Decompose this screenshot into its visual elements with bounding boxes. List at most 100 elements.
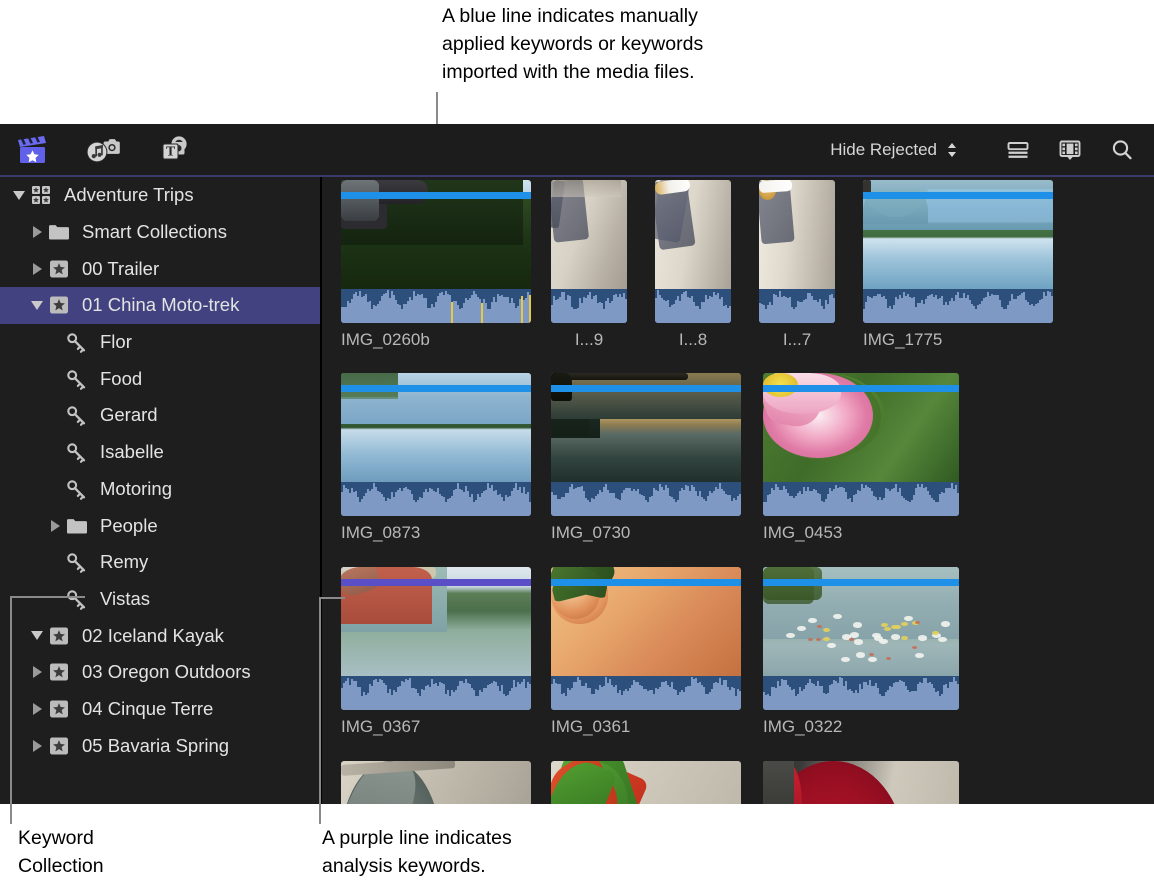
chevron-right-icon[interactable] [28, 250, 46, 287]
chevron-right-icon[interactable] [28, 654, 46, 691]
chevron-right-glyph [33, 703, 42, 715]
browser-clip[interactable]: IMG_0361 [551, 567, 741, 737]
clip-filmstrip-image [341, 567, 531, 676]
chevron-down-icon[interactable] [28, 287, 46, 324]
folder-icon [46, 214, 72, 251]
keyword-icon [64, 324, 90, 361]
sidebar-item-gerard[interactable]: Gerard [0, 397, 320, 434]
clip-thumbnail[interactable] [341, 761, 531, 804]
thumbnail-speck [849, 638, 854, 641]
browser-clip[interactable] [341, 761, 531, 804]
sidebar-item-food[interactable]: Food [0, 360, 320, 397]
toolbar-right-group: Hide Rejected [826, 124, 1142, 176]
clip-thumbnail[interactable] [341, 567, 531, 710]
libraries-icon[interactable] [14, 134, 50, 166]
event-icon [46, 691, 72, 728]
browser-clip[interactable] [551, 761, 741, 804]
sidebar-item-adventure-trips[interactable]: Adventure Trips [0, 177, 320, 214]
disclosure-spacer [46, 434, 64, 471]
browser-clip[interactable] [763, 761, 959, 804]
chevron-right-glyph [33, 740, 42, 752]
clip-browser[interactable]: IMG_0260b I...9 I...8 I...7 IMG_1775 IMG_0873… [322, 177, 1154, 804]
chevron-right-icon[interactable] [28, 214, 46, 251]
sidebar-item-smart-collections[interactable]: Smart Collections [0, 214, 320, 251]
sidebar-item-people[interactable]: People [0, 507, 320, 544]
audio-waveform-bar [529, 684, 531, 710]
clip-audio-waveform [551, 289, 627, 323]
keyword-line [763, 385, 959, 392]
clip-thumbnail[interactable] [551, 761, 741, 804]
libraries-sidebar[interactable]: Adventure Trips Smart Collections00 Trail… [0, 177, 320, 804]
chevron-right-icon[interactable] [28, 691, 46, 728]
clip-audio-waveform [863, 289, 1053, 323]
chevron-right-icon[interactable] [28, 727, 46, 764]
sidebar-item-02-iceland-kayak[interactable]: 02 Iceland Kayak [0, 617, 320, 654]
browser-clip[interactable]: I...9 [551, 180, 627, 350]
browser-clip[interactable]: IMG_0453 [763, 373, 959, 543]
filmstrip-view-icon[interactable] [1050, 134, 1090, 166]
keyword-icon-svg [65, 330, 89, 354]
clip-appearance-icon[interactable] [998, 134, 1038, 166]
sidebar-item-label: Flor [100, 331, 320, 353]
clip-filmstrip-image [341, 180, 531, 289]
sidebar-item-label: Adventure Trips [64, 184, 320, 206]
search-icon[interactable] [1102, 134, 1142, 166]
browser-clip[interactable]: I...7 [759, 180, 835, 350]
clip-thumbnail[interactable] [655, 180, 731, 323]
clip-filmstrip-image [551, 373, 741, 482]
titles-generators-icon[interactable]: T [152, 134, 190, 166]
photos-audio-icon[interactable] [82, 134, 120, 166]
clip-thumbnail[interactable] [759, 180, 835, 323]
sidebar-item-04-cinque-terre[interactable]: 04 Cinque Terre [0, 691, 320, 728]
browser-clip[interactable]: IMG_0322 [763, 567, 959, 737]
sidebar-item-00-trailer[interactable]: 00 Trailer [0, 250, 320, 287]
screenshot-root: A blue line indicates manually applied k… [0, 0, 1154, 894]
browser-clip[interactable]: IMG_0873 [341, 373, 531, 543]
browser-clip[interactable]: IMG_1775 [863, 180, 1053, 350]
sidebar-item-label: 02 Iceland Kayak [82, 625, 320, 647]
browser-clip[interactable]: IMG_0367 [341, 567, 531, 737]
keyword-icon [64, 544, 90, 581]
clip-thumbnail[interactable] [763, 567, 959, 710]
keyword-icon [64, 360, 90, 397]
sidebar-item-motoring[interactable]: Motoring [0, 471, 320, 508]
clip-filmstrip-image [763, 761, 959, 804]
chevron-down-glyph [13, 191, 25, 200]
chevron-down-icon[interactable] [28, 617, 46, 654]
chevron-right-icon[interactable] [46, 507, 64, 544]
thumbnail-speck [808, 638, 813, 641]
clip-thumbnail[interactable] [551, 567, 741, 710]
clip-filmstrip-image [655, 180, 731, 289]
sidebar-item-isabelle[interactable]: Isabelle [0, 434, 320, 471]
sidebar-item-03-oregon-outdoors[interactable]: 03 Oregon Outdoors [0, 654, 320, 691]
clip-thumbnail[interactable] [551, 373, 741, 516]
clip-thumbnail[interactable] [341, 180, 531, 323]
clip-thumbnail[interactable] [763, 761, 959, 804]
clip-thumbnail[interactable] [763, 373, 959, 516]
keyword-line [863, 192, 1053, 199]
sidebar-item-01-china-moto-trek[interactable]: 01 China Moto-trek [0, 287, 320, 324]
clip-filmstrip-image [763, 373, 959, 482]
audio-waveform-bar [529, 295, 531, 323]
browser-clip[interactable]: IMG_0730 [551, 373, 741, 543]
folder-icon-svg [65, 514, 89, 538]
sidebar-item-remy[interactable]: Remy [0, 544, 320, 581]
sidebar-item-flor[interactable]: Flor [0, 324, 320, 361]
callout-keyword-collection-text: Keyword Collection [18, 824, 104, 880]
clip-audio-waveform [655, 289, 731, 323]
browser-clip[interactable]: I...8 [655, 180, 731, 350]
clip-thumbnail[interactable] [341, 373, 531, 516]
keyword-line [341, 192, 531, 199]
clip-name-label: I...7 [759, 330, 835, 350]
browser-toolbar: T Hide Rejected [0, 124, 1154, 176]
clip-audio-waveform [341, 482, 531, 516]
thumbnail-speck [823, 637, 830, 641]
chevron-down-icon[interactable] [10, 177, 28, 214]
clip-thumbnail[interactable] [863, 180, 1053, 323]
thumbnail-speck [850, 632, 859, 637]
sidebar-item-05-bavaria-spring[interactable]: 05 Bavaria Spring [0, 727, 320, 764]
sidebar-item-vistas[interactable]: Vistas [0, 581, 320, 618]
clip-thumbnail[interactable] [551, 180, 627, 323]
browser-clip[interactable]: IMG_0260b [341, 180, 531, 350]
filter-popup-button[interactable]: Hide Rejected [826, 140, 962, 160]
